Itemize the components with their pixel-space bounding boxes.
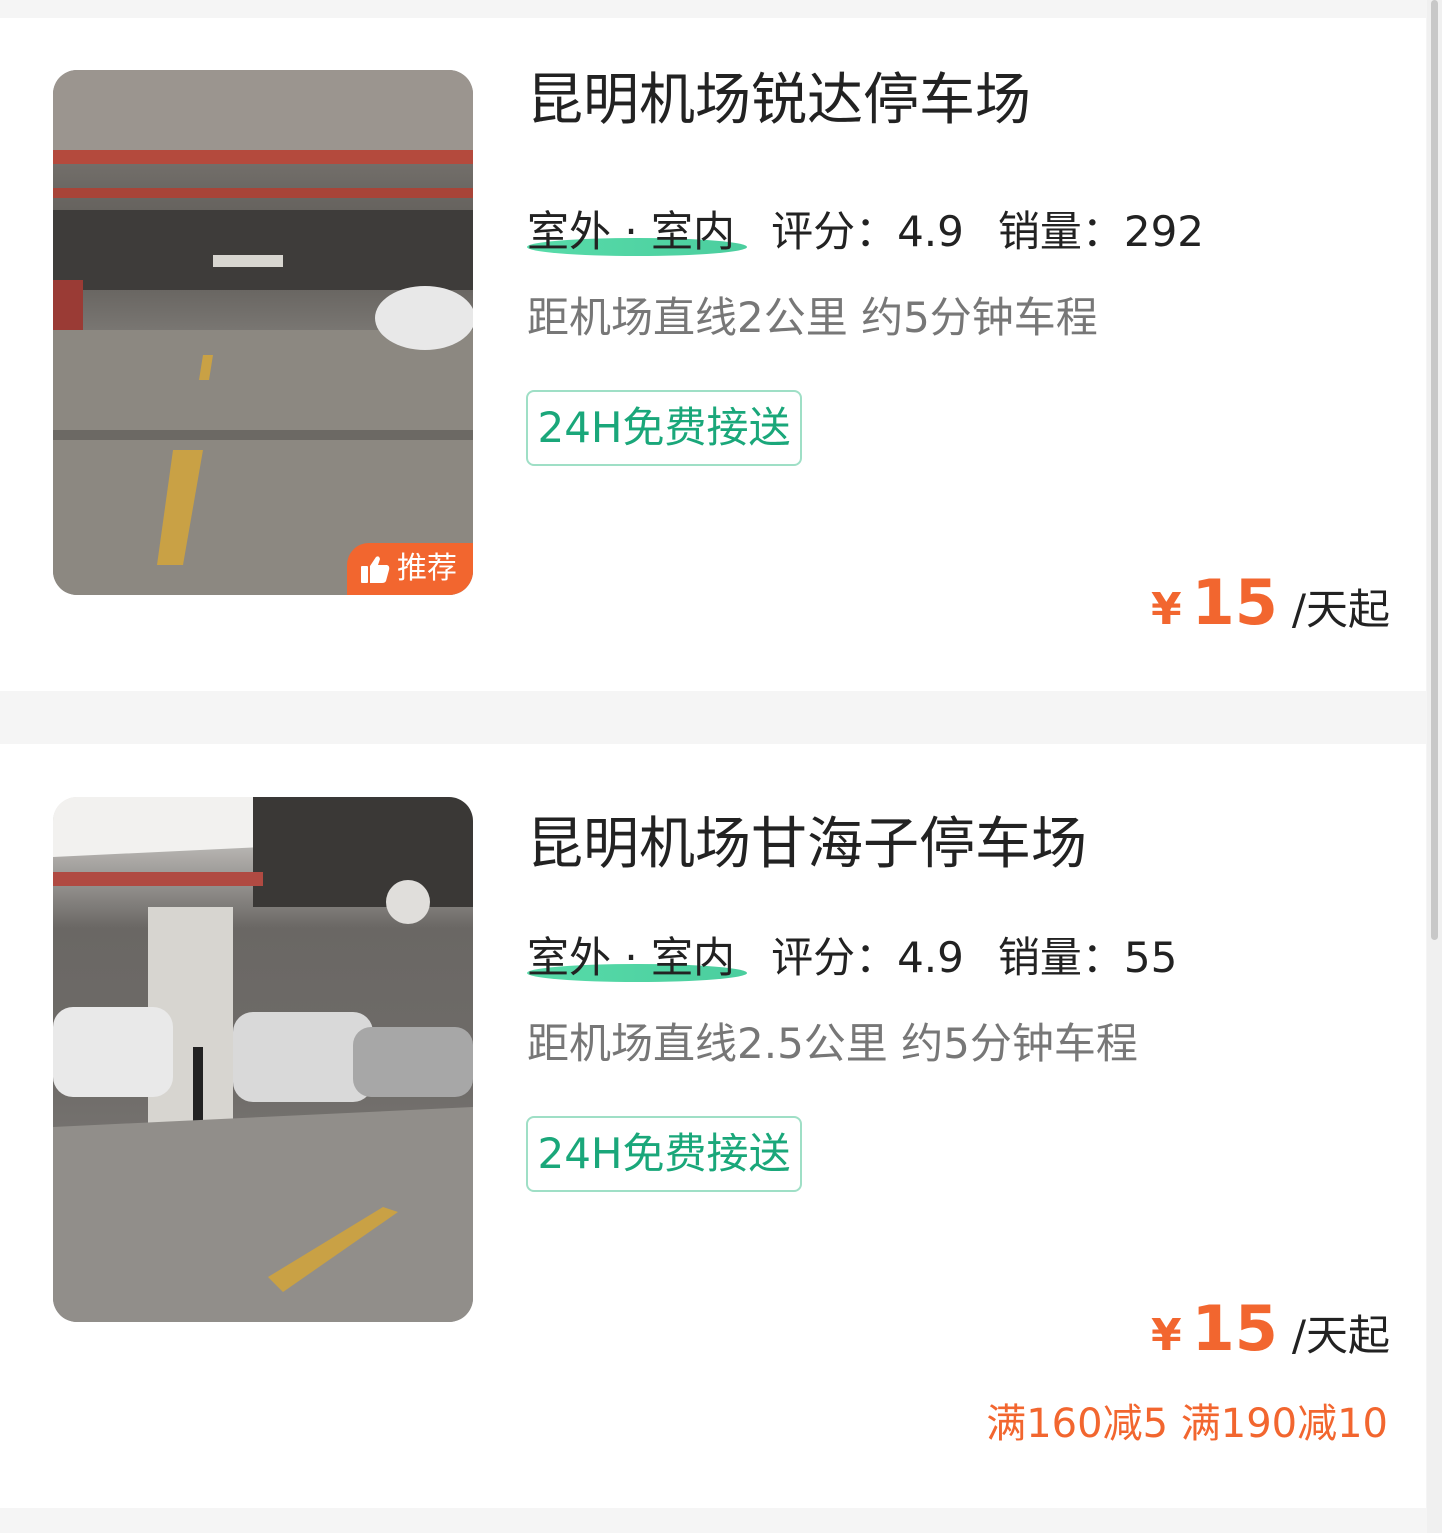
discount-info: 满160减5 满190减10 — [986, 1401, 1388, 1447]
price-value: 15 — [1191, 566, 1278, 639]
scrollbar[interactable] — [1427, 0, 1442, 1533]
recommended-label: 推荐 — [397, 551, 457, 586]
parking-lot-name[interactable]: 昆明机场甘海子停车场 — [527, 810, 1087, 880]
parking-lot-photo: 推荐 — [53, 70, 473, 595]
environment-label: 室外 · 室内 — [527, 204, 771, 260]
shuttle-tag: 24H免费接送 — [526, 1116, 802, 1192]
list-separator — [0, 1508, 1426, 1533]
distance-info: 距机场直线2公里 约5分钟车程 — [527, 293, 1098, 342]
price-value: 15 — [1191, 1292, 1278, 1365]
scrollbar-thumb[interactable] — [1431, 0, 1438, 940]
price-unit: /天起 — [1291, 1311, 1390, 1360]
environment-label: 室外 · 室内 — [527, 930, 771, 986]
price: ¥ 15 /天起 — [1151, 566, 1390, 639]
sales-label: 销量：55 — [997, 933, 1178, 982]
rating-label: 评分：4.9 — [771, 207, 964, 256]
price: ¥ 15 /天起 — [1151, 1292, 1390, 1365]
parking-lot-meta: 室外 · 室内 评分：4.9 销量：55 — [527, 930, 1211, 986]
price-unit: /天起 — [1291, 585, 1390, 634]
parking-lot-meta: 室外 · 室内 评分：4.9 销量：292 — [527, 204, 1238, 260]
parking-listing-card[interactable]: 推荐 昆明机场锐达停车场 室外 · 室内 评分：4.9 销量：292 距机场直线… — [0, 18, 1426, 691]
currency-symbol: ¥ — [1150, 1310, 1182, 1361]
thumbs-up-icon — [361, 556, 390, 583]
currency-symbol: ¥ — [1150, 584, 1182, 635]
shuttle-tag: 24H免费接送 — [526, 390, 802, 466]
sales-label: 销量：292 — [997, 207, 1205, 256]
parking-listing-card[interactable]: 昆明机场甘海子停车场 室外 · 室内 评分：4.9 销量：55 距机场直线2.5… — [0, 744, 1426, 1508]
parking-lot-photo — [53, 797, 473, 1322]
distance-info: 距机场直线2.5公里 约5分钟车程 — [527, 1019, 1138, 1068]
recommended-badge: 推荐 — [347, 543, 473, 595]
rating-label: 评分：4.9 — [771, 933, 964, 982]
parking-lot-name[interactable]: 昆明机场锐达停车场 — [527, 66, 1031, 136]
